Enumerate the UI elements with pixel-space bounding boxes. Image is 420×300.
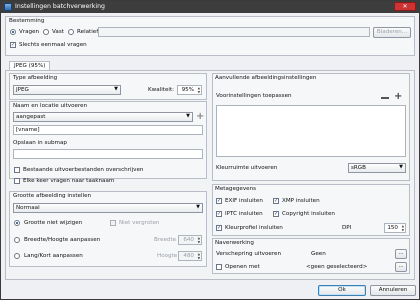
radio-relative-label: Relatief	[77, 29, 99, 35]
spin-arrows-icon[interactable]: ▲ ▼	[399, 224, 404, 232]
presets-label: Voorinstellingen toepassen	[216, 93, 292, 99]
send-label: Verschepring uitvoeren	[216, 251, 282, 257]
open-with-value: <geen geselecteerd>	[306, 264, 368, 270]
radio-width-height[interactable]	[14, 237, 20, 243]
radio-long-short-label: Lang/Kort aanpassen	[24, 253, 83, 259]
no-enlarge-label: Niet vergroten	[119, 220, 160, 226]
copyright-checkbox[interactable]	[273, 211, 279, 217]
extra-settings-label: Aanvullende afbeeldingsinstellingen	[215, 75, 317, 81]
ask-once-checkbox[interactable]	[10, 42, 16, 48]
exif-checkbox[interactable]	[216, 198, 222, 204]
name-pattern-field[interactable]: [vname]	[13, 125, 203, 135]
app-icon	[4, 3, 12, 11]
iptc-label: IPTC insluiten	[225, 211, 263, 217]
radio-ask-label: Vragen	[19, 29, 40, 35]
xmp-label: XMP insluiten	[282, 198, 320, 204]
quality-label: Kwaliteit:	[148, 87, 175, 93]
colorspace-select[interactable]: sRGB ▼	[348, 163, 406, 173]
color-profile-label: Kleurprofiel insluiten	[225, 225, 283, 231]
copyright-label: Copyright insluiten	[282, 211, 335, 217]
overwrite-label: Bestaande uitvoerbestanden overschrijven	[23, 167, 144, 173]
chevron-down-icon: ▼	[196, 204, 200, 210]
open-with-checkbox[interactable]	[216, 264, 222, 270]
title-bar[interactable]: Instellingen batchverwerking ✕	[1, 1, 419, 13]
ask-task-name-checkbox[interactable]	[14, 178, 20, 184]
dpi-value: 150	[387, 225, 398, 231]
radio-long-short[interactable]	[14, 253, 20, 259]
resize-mode-select[interactable]: Normaal ▼	[13, 203, 203, 213]
radio-fixed-label: Vast	[52, 29, 64, 35]
destination-label: Bestemming	[9, 18, 45, 24]
open-with-browse-button[interactable]: ...	[395, 262, 407, 272]
send-value: Geen	[311, 251, 326, 257]
close-button[interactable]: ✕	[394, 2, 416, 11]
iptc-checkbox[interactable]	[216, 211, 222, 217]
browse-button[interactable]: Bladeren...	[373, 27, 411, 38]
quality-value: 95%	[181, 87, 194, 93]
radio-no-resize[interactable]	[14, 220, 20, 226]
image-type-label: Type afbeelding	[13, 75, 58, 81]
settings-window: Instellingen batchverwerking ✕ Bestemmin…	[0, 0, 420, 300]
exif-label: EXIF insluiten	[225, 198, 263, 204]
name-mode-select[interactable]: aangepast ▼	[13, 112, 193, 122]
window-title: Instellingen batchverwerking	[15, 3, 105, 10]
height-label: Hoogte	[157, 253, 178, 259]
radio-width-height-label: Breedte/Hoogte aanpassen	[24, 237, 101, 243]
add-preset-icon[interactable]: +	[394, 92, 402, 102]
width-label: Breedte	[154, 237, 177, 243]
format-value: JPEG	[16, 87, 29, 93]
overwrite-checkbox[interactable]	[14, 167, 20, 173]
subfolder-field[interactable]	[13, 149, 203, 159]
width-value: 640	[183, 237, 194, 243]
remove-preset-icon[interactable]	[381, 97, 389, 99]
dpi-label: DPI	[342, 225, 352, 231]
spin-arrows-icon[interactable]: ▲ ▼	[195, 86, 200, 94]
colorspace-label: Kleurruimte uitvoeren	[216, 165, 278, 171]
spin-arrows-icon[interactable]: ▲ ▼	[195, 236, 200, 244]
xmp-checkbox[interactable]	[273, 198, 279, 204]
color-profile-checkbox[interactable]	[216, 225, 222, 231]
open-with-label: Openen met	[225, 264, 260, 270]
destination-path-field[interactable]	[98, 27, 370, 37]
radio-relative[interactable]	[68, 29, 74, 35]
height-value: 480	[183, 253, 194, 259]
ok-button[interactable]: Ok	[318, 285, 366, 296]
width-stepper[interactable]: 640 ▲ ▼	[178, 235, 202, 245]
presets-list[interactable]	[216, 105, 406, 157]
metadata-label: Metagegevens	[215, 186, 257, 192]
colorspace-value: sRGB	[351, 165, 366, 171]
ask-once-label: Slechts eenmaal vragen	[19, 42, 87, 48]
chevron-down-icon: ▼	[114, 86, 118, 92]
output-name-label: Naam en locatie uitvoeren	[13, 103, 88, 109]
height-stepper[interactable]: 480 ▲ ▼	[178, 251, 202, 261]
post-processing-label: Naverwerking	[215, 240, 254, 246]
cancel-button[interactable]: Annuleren	[370, 285, 416, 296]
send-browse-button[interactable]: ...	[395, 249, 407, 259]
radio-fixed[interactable]	[43, 29, 49, 35]
chevron-down-icon: ▼	[399, 164, 403, 170]
chevron-down-icon: ▼	[186, 113, 190, 119]
quality-stepper[interactable]: 95% ▲ ▼	[177, 85, 202, 95]
name-mode-value: aangepast	[16, 114, 46, 120]
resize-mode-value: Normaal	[16, 205, 40, 211]
add-preset-icon[interactable]: +	[196, 112, 204, 122]
ask-task-name-label: Elke keer vragen naar taaknaam	[23, 178, 115, 184]
radio-ask[interactable]	[10, 29, 16, 35]
subfolder-label: Opslaan in submap	[13, 140, 67, 146]
resize-label: Grootte afbeelding instellen	[13, 193, 92, 199]
radio-no-resize-label: Grootte niet wijzigen	[24, 220, 83, 226]
dpi-stepper[interactable]: 150 ▲ ▼	[384, 223, 406, 233]
no-enlarge-checkbox[interactable]	[110, 220, 116, 226]
spin-arrows-icon[interactable]: ▲ ▼	[195, 252, 200, 260]
format-select[interactable]: JPEG ▼	[13, 85, 121, 95]
